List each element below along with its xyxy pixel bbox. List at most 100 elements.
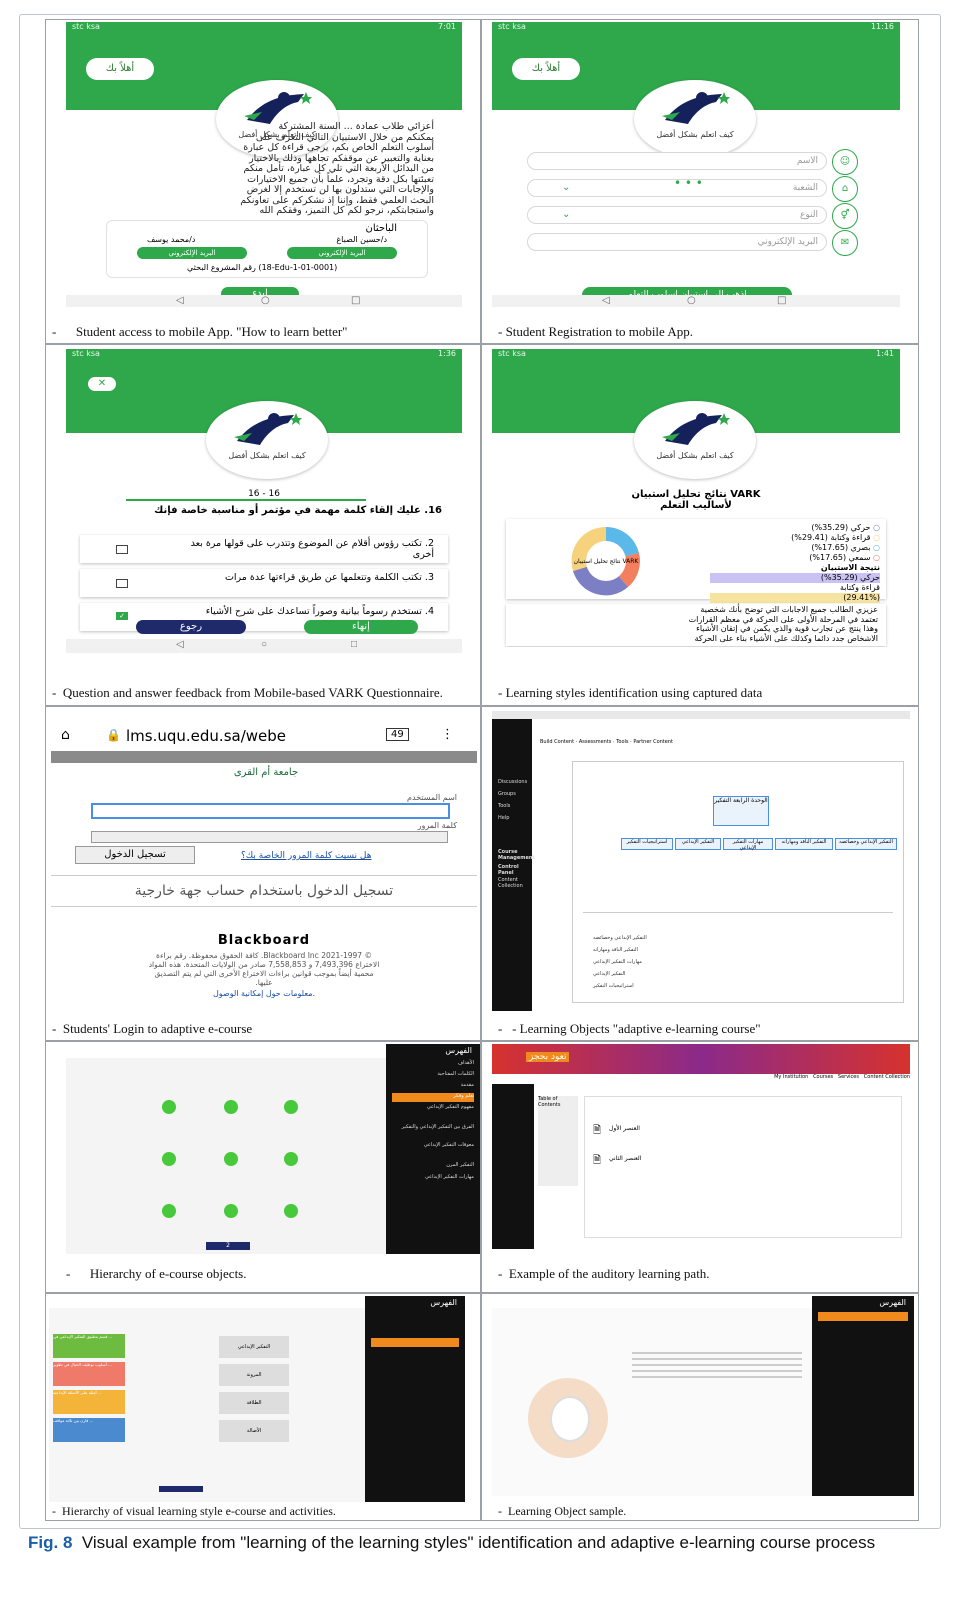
sidebar-item[interactable]: Control Panel xyxy=(498,864,526,876)
intro-line: أسلوب التعلم الخاص بكم، يرجى قراءة كل عب… xyxy=(243,142,434,153)
back-icon[interactable]: ◁ xyxy=(602,295,610,306)
copyright-line: الاختراع 7,493,396 و 7,558,853 صادر من ا… xyxy=(148,960,380,969)
lesson-item[interactable]: مهارات التفكير الإبداعي xyxy=(593,956,693,968)
recents-icon[interactable]: □ xyxy=(351,295,360,306)
drop-target[interactable]: المرونة xyxy=(219,1364,289,1386)
advice-line: الاشخاص جدد دائما وكذلك على الأشياء بناء… xyxy=(694,633,878,643)
index-item[interactable]: التفكير المرن xyxy=(392,1162,474,1171)
home-icon[interactable]: ⌂ xyxy=(61,727,70,743)
checkbox-checked-icon[interactable]: ✓ xyxy=(116,612,128,620)
pager[interactable] xyxy=(159,1486,203,1492)
index-item[interactable]: الكلمات المفتاحية xyxy=(392,1071,474,1080)
learning-node[interactable] xyxy=(284,1204,298,1218)
learning-node[interactable] xyxy=(284,1152,298,1166)
chevron-down-icon[interactable]: ⌄ xyxy=(562,209,570,220)
checkbox[interactable] xyxy=(116,579,128,588)
checkbox[interactable] xyxy=(116,545,128,554)
toolbar-item[interactable]: Build Content xyxy=(540,739,574,745)
option-label: 4. تستخدم رسوماً بيانية وصوراً تساعدك عل… xyxy=(205,606,434,617)
lesson-item[interactable]: استراتيجيات التفكير xyxy=(593,980,693,992)
learning-node[interactable] xyxy=(224,1100,238,1114)
drop-target[interactable]: الأصالة xyxy=(219,1420,289,1442)
index-item-active[interactable] xyxy=(371,1338,459,1347)
diagram-node[interactable]: مهارات التفكير الإبداعي xyxy=(723,838,773,851)
answer-option[interactable]: 3. تكتب الكلمة وتتعلمها عن طريق قراءتها … xyxy=(80,569,448,597)
index-item[interactable]: مهارات التفكير الإبداعي xyxy=(392,1174,474,1183)
diagram-node[interactable]: التفكير الإبداعي xyxy=(675,838,721,850)
content-item[interactable]: العنصر الأول xyxy=(609,1125,640,1132)
forgot-password-link[interactable]: هل نسيت كلمة المرور الخاصة بك؟ xyxy=(241,851,371,861)
index-item-active[interactable]: تعلم وفكر xyxy=(392,1093,474,1102)
toolbar-item[interactable]: Tools xyxy=(616,739,628,745)
back-icon[interactable]: ◁ xyxy=(176,295,184,306)
accessibility-link[interactable]: معلومات حول إمكانية الوصول. xyxy=(51,989,477,998)
nav-item[interactable]: Content Collection xyxy=(864,1074,910,1080)
learning-node[interactable] xyxy=(224,1204,238,1218)
close-icon[interactable]: ✕ xyxy=(88,377,116,391)
login-button[interactable]: تسجيل الدخول xyxy=(75,846,195,864)
url-bar[interactable]: lms.uqu.edu.sa/webe xyxy=(126,727,286,745)
learning-node[interactable] xyxy=(224,1152,238,1166)
index-item-active[interactable] xyxy=(818,1312,908,1321)
sidebar-item[interactable]: Help xyxy=(498,815,526,824)
diagram-root-node[interactable]: الوحدة الرابعة التفكير xyxy=(713,796,769,826)
lesson-item[interactable]: التفكير الإبداعي وخصائصه xyxy=(593,932,693,944)
recents-icon[interactable]: □ xyxy=(351,639,357,650)
home-icon[interactable]: ○ xyxy=(687,295,696,306)
tab-count[interactable]: 49 xyxy=(386,728,409,741)
index-item[interactable]: مفهوم التفكير الإبداعي xyxy=(392,1104,474,1113)
home-icon[interactable]: ○ xyxy=(261,639,267,650)
activity-card[interactable]: قارن بين ثلاثة مواقف ... xyxy=(53,1418,125,1442)
activity-card[interactable]: أمثلة على الأسئلة الإبداعية ... xyxy=(53,1390,125,1414)
nav-item[interactable]: Services xyxy=(838,1074,859,1080)
status-bar: stc ksa 1:36 xyxy=(66,349,462,359)
index-item[interactable]: مقدمة xyxy=(392,1082,474,1091)
drop-target[interactable]: التفكير الإبداعي xyxy=(219,1336,289,1358)
name-field[interactable]: الاسم xyxy=(527,152,827,170)
back-icon[interactable]: ◁ xyxy=(176,639,184,650)
sidebar-item[interactable]: Tools xyxy=(498,803,526,812)
answer-option[interactable]: 2. تكتب رؤوس أقلام عن الموضوع وتتدرب على… xyxy=(80,535,448,563)
index-item[interactable]: معوقات التفكير الإبداعي xyxy=(392,1142,474,1151)
recents-icon[interactable]: □ xyxy=(777,295,786,306)
sidebar-item[interactable]: Course Management xyxy=(498,849,535,861)
menu-icon[interactable]: ⋮ xyxy=(441,727,454,742)
activity-card[interactable]: قسم بتطبيق التفكير الإبداعي في ... xyxy=(53,1334,125,1358)
activity-card[interactable]: أسلوب توظيف الخيال في تطوير ... xyxy=(53,1362,125,1386)
content-item[interactable]: العنصر الثاني xyxy=(609,1155,641,1162)
learning-node[interactable] xyxy=(162,1204,176,1218)
drop-target[interactable]: الطلاقة xyxy=(219,1392,289,1414)
nav-item[interactable]: Courses xyxy=(813,1074,833,1080)
copyright: © 2021-1997 Blackboard Inc. كافة الحقوق … xyxy=(61,951,467,987)
toolbar-item[interactable]: Partner Content xyxy=(633,739,673,745)
back-button[interactable]: رجوع xyxy=(136,620,246,634)
email-field[interactable]: البريد الإلكتروني xyxy=(527,233,827,251)
username-input[interactable] xyxy=(91,803,450,819)
finish-button[interactable]: إنهاء xyxy=(304,620,418,634)
lesson-item[interactable]: التفكير الإبداعي xyxy=(593,968,693,980)
sidebar-item[interactable]: Discussions xyxy=(498,779,527,788)
learning-node[interactable] xyxy=(284,1100,298,1114)
chevron-down-icon[interactable]: ⌄ xyxy=(562,182,570,193)
external-login[interactable]: تسجيل الدخول باستخدام حساب جهة خارجية xyxy=(51,883,477,899)
lesson-item[interactable]: التفكير الناقد ومهاراته xyxy=(593,944,693,956)
home-icon[interactable]: ○ xyxy=(261,295,270,306)
diagram-node[interactable]: التفكير الناقد ومهاراته xyxy=(775,838,833,850)
toolbar-item[interactable]: Assessments xyxy=(579,739,612,745)
diagram-node[interactable]: استراتيجيات التفكير xyxy=(621,838,673,850)
index-item[interactable]: الفرق بين التفكير الإبداعي والتفكير xyxy=(392,1124,474,1133)
sidebar-item[interactable]: Groups xyxy=(498,791,526,800)
email-button[interactable]: البريد الإلكتروني xyxy=(137,247,247,259)
panel-login: ⌂ 🔒 lms.uqu.edu.sa/webe 49 ⋮ جامعة أم ال… xyxy=(45,706,481,1041)
learning-node[interactable] xyxy=(162,1152,176,1166)
gender-field[interactable]: النوع xyxy=(527,206,827,224)
sidebar-item[interactable]: Content Collection xyxy=(498,877,526,889)
diagram-node[interactable]: التفكير الإبداعي وخصائصه xyxy=(835,838,897,850)
password-input[interactable] xyxy=(91,831,448,843)
email-button[interactable]: البريد الإلكتروني xyxy=(287,247,397,259)
panel-auditory: تعود بحجز My Institution Courses Service… xyxy=(481,1041,919,1293)
pager[interactable]: 2 xyxy=(206,1242,250,1250)
nav-item[interactable]: My Institution xyxy=(774,1074,808,1080)
learning-node[interactable] xyxy=(162,1100,176,1114)
index-item[interactable]: الأهداف xyxy=(392,1060,474,1069)
